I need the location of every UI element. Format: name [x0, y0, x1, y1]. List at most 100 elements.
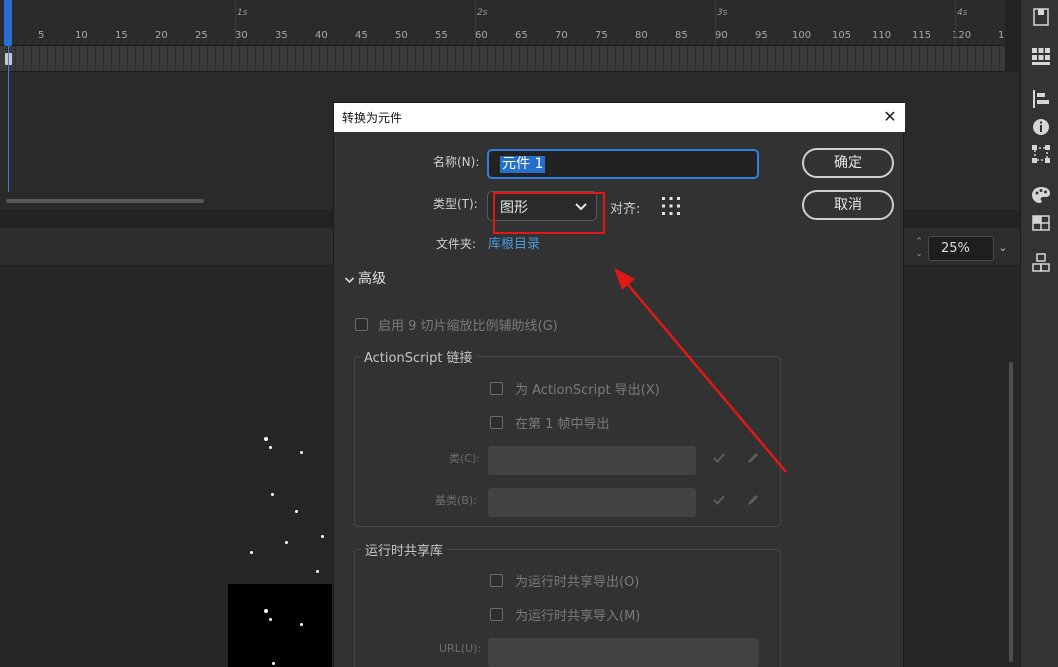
timeline-ruler[interactable]: 5 10 15 20 25 30 35 40 45 50 55 60 65 70 75 80 85 90 95 100… [0, 0, 1005, 46]
frame-tick-label: 30 [235, 30, 248, 41]
runtime-shared-group-title: 运行时共享库 [361, 540, 448, 559]
second-marker-line [235, 2, 236, 46]
timeline-horizontal-scrollbar[interactable] [6, 199, 204, 203]
advanced-label: 高级 [358, 271, 386, 287]
dialog-title: 转换为元件 [342, 111, 403, 125]
transform-icon[interactable] [1030, 143, 1052, 165]
edit-pencil-icon[interactable] [746, 450, 760, 464]
stage-dot [264, 609, 268, 613]
frame-tick-label: 100 [792, 30, 812, 41]
second-marker-label: 2s [477, 8, 488, 18]
stage-dot [264, 437, 268, 441]
export-for-runtime-label: 为运行时共享导出(O) [515, 575, 640, 590]
class-input[interactable] [488, 446, 696, 475]
dialog-titlebar[interactable]: 转换为元件 ✕ [334, 103, 905, 132]
frame-tick-label: 25 [195, 30, 208, 41]
export-in-frame1-label: 在第 1 帧中导出 [515, 417, 610, 432]
export-for-actionscript-checkbox[interactable] [490, 382, 503, 395]
color-palette-icon[interactable] [1030, 184, 1052, 206]
url-input[interactable] [488, 638, 759, 667]
info-icon[interactable] [1030, 116, 1052, 138]
stage-dot [300, 623, 303, 626]
swatches-icon[interactable] [1030, 212, 1052, 234]
name-label: 名称(N): [433, 155, 480, 169]
folder-link[interactable]: 库根目录 [488, 233, 540, 252]
nine-slice-label: 启用 9 切片缩放比例辅助线(G) [378, 319, 558, 334]
cancel-button[interactable]: 取消 [802, 190, 894, 220]
actionscript-group-title: ActionScript 链接 [360, 347, 477, 366]
export-for-runtime-checkbox[interactable] [490, 574, 503, 587]
stage-dot [271, 493, 274, 496]
align-label: 对齐: [610, 202, 641, 217]
frame-tick-label: 50 [395, 30, 408, 41]
playhead-line [8, 46, 9, 192]
stage-dot [269, 446, 272, 449]
zoom-stepper[interactable]: ⌃ ⌄ [912, 236, 926, 262]
second-marker-line [475, 2, 476, 46]
validate-check-icon[interactable] [712, 492, 726, 506]
export-in-frame1-checkbox[interactable] [490, 416, 503, 429]
components-icon[interactable] [1030, 252, 1052, 274]
library-icon[interactable] [1030, 46, 1052, 68]
stage-dot [295, 510, 298, 513]
stage-vertical-scrollbar[interactable] [1009, 362, 1013, 662]
symbol-name-input[interactable]: 元件 1 [487, 149, 759, 179]
stage-dot [300, 451, 303, 454]
second-marker-label: 4s [957, 8, 968, 18]
frame-tick-label: 115 [912, 30, 932, 41]
playhead-handle[interactable] [4, 0, 12, 46]
validate-check-icon[interactable] [712, 450, 726, 464]
timeline-frames-row[interactable] [0, 46, 1005, 72]
class-label: 类(C): [449, 452, 480, 465]
import-for-runtime-checkbox[interactable] [490, 608, 503, 621]
chevron-down-icon[interactable]: ⌄ [912, 248, 926, 260]
frame-tick-label: 10 [75, 30, 88, 41]
frame-tick-label: 35 [275, 30, 288, 41]
frame-tick-label: 90 [715, 30, 728, 41]
frame-tick-label: 55 [435, 30, 448, 41]
frame-tick-label: 1 [998, 30, 1005, 41]
stage-dot [316, 570, 319, 573]
frame-tick-label: 95 [755, 30, 768, 41]
frame-tick-label: 70 [555, 30, 568, 41]
frame-tick-label: 75 [595, 30, 608, 41]
frame-tick-label: 20 [155, 30, 168, 41]
url-label: URL(U): [439, 642, 482, 655]
frame-tick-label: 15 [115, 30, 128, 41]
right-tool-panel [1020, 0, 1058, 667]
annotation-highlight-box [493, 192, 605, 234]
folder-label: 文件夹: [436, 237, 477, 251]
stage-dot [285, 541, 288, 544]
properties-icon[interactable] [1030, 6, 1052, 28]
chevron-down-icon [344, 271, 355, 284]
advanced-toggle[interactable]: 高级 [344, 268, 404, 287]
second-marker-line [955, 2, 956, 46]
base-class-input[interactable] [488, 488, 696, 517]
frame-tick-label: 60 [475, 30, 488, 41]
second-marker-label: 1s [237, 8, 248, 18]
stage-dot [321, 535, 324, 538]
close-icon[interactable]: ✕ [880, 107, 900, 127]
chevron-up-icon[interactable]: ⌃ [912, 236, 926, 248]
ok-button[interactable]: 确定 [802, 148, 894, 178]
stage-dot [250, 551, 253, 554]
stage-dot [269, 618, 272, 621]
nine-slice-checkbox[interactable] [355, 318, 368, 331]
zoom-input[interactable]: 25% [928, 236, 994, 261]
frame-tick-label: 45 [355, 30, 368, 41]
registration-grid-icon[interactable] [661, 196, 681, 216]
convert-to-symbol-dialog: 转换为元件 ✕ 名称(N): 元件 1 类型(T): 图形 对齐: 文件夹: 库… [333, 102, 905, 667]
zoom-dropdown-chevron-icon[interactable]: ⌄ [996, 238, 1010, 258]
edit-pencil-icon[interactable] [746, 492, 760, 506]
animate-workspace: 5 10 15 20 25 30 35 40 45 50 55 60 65 70 75 80 85 90 95 100… [0, 0, 1058, 667]
symbol-name-value: 元件 1 [500, 156, 546, 173]
frame-tick-label: 110 [872, 30, 892, 41]
base-class-label: 基类(B): [435, 494, 477, 507]
second-marker-line [715, 2, 716, 46]
frame-tick-label: 105 [832, 30, 852, 41]
align-panel-icon[interactable] [1030, 88, 1052, 110]
stage-dot [272, 662, 275, 665]
frame-tick-label: 65 [515, 30, 528, 41]
frame-tick-label: 80 [635, 30, 648, 41]
stage-canvas[interactable] [228, 584, 332, 667]
